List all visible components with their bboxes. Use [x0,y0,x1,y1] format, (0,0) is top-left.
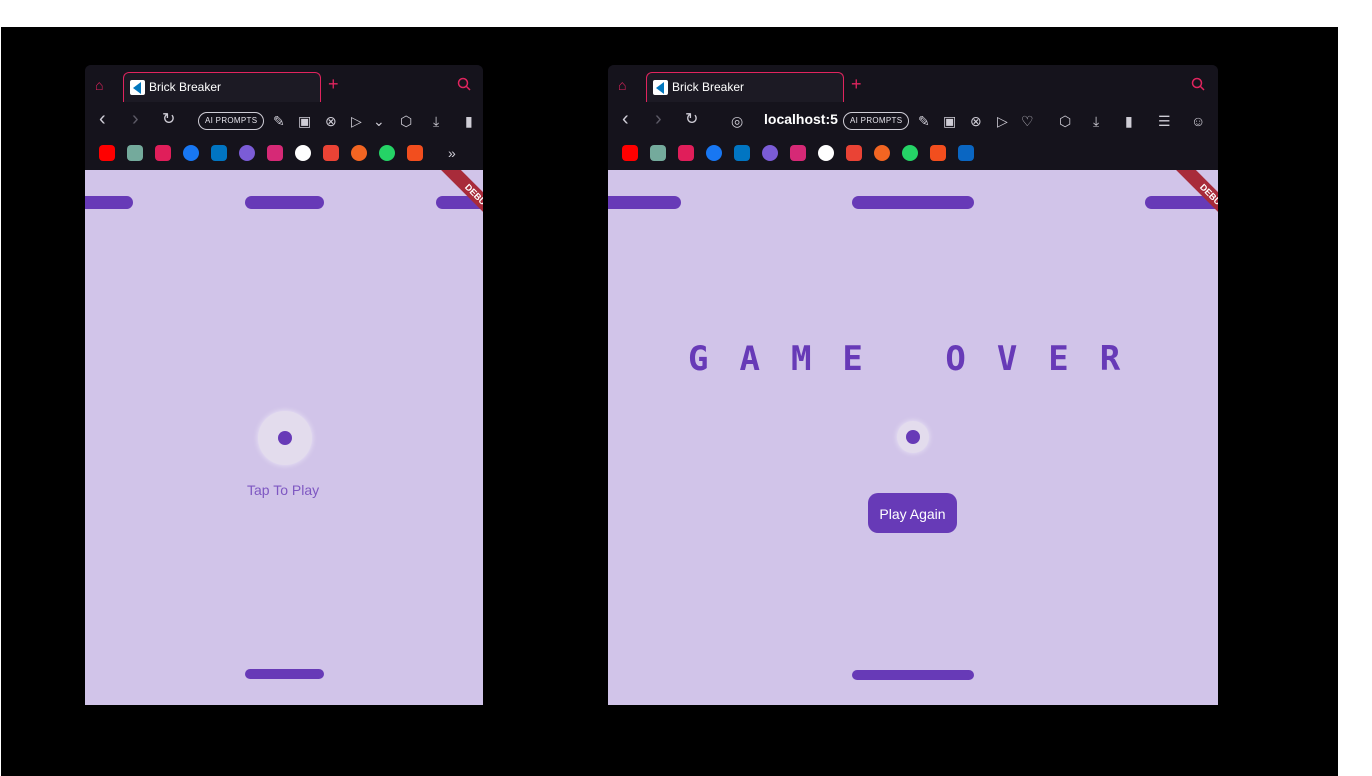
figma-icon[interactable] [930,145,946,161]
gitlab-icon[interactable] [762,145,778,161]
tab-bar: ⌂ Brick Breaker + [85,65,483,103]
battery-icon: ▮ [465,113,473,129]
facebook-icon[interactable] [706,145,722,161]
tab-brick-breaker[interactable]: Brick Breaker [646,72,844,103]
gamepad-icon[interactable]: ⌂ [618,77,626,93]
tab-title: Brick Breaker [672,80,745,94]
figma-icon[interactable] [407,145,423,161]
new-tab-button[interactable]: + [328,75,339,93]
close-circle-icon[interactable]: ⊗ [970,113,982,129]
github-icon[interactable] [818,145,834,161]
address-bar[interactable]: localhost:5 [764,111,838,127]
brick [852,196,974,209]
instagram-icon[interactable] [267,145,283,161]
new-tab-button[interactable]: + [851,75,862,93]
paddle[interactable] [852,670,974,680]
brick [245,196,324,209]
tab-bar: ⌂ Brick Breaker + [608,65,1218,103]
download-icon[interactable]: ⤓ [433,113,439,129]
github-icon[interactable] [295,145,311,161]
todoist-icon[interactable] [351,145,367,161]
play-again-button[interactable]: Play Again [868,493,957,533]
game-over-title: GAME OVER [688,339,1152,379]
linkedin-icon[interactable] [958,145,974,161]
browser-window-left: ⌂ Brick Breaker + ‹ › ↻ AI PROMPTS ✎ ▣ ⊗… [85,65,483,705]
gmail-icon[interactable] [846,145,862,161]
dart-icon[interactable] [211,145,227,161]
cube-icon[interactable]: ⬡ [400,113,412,129]
send-icon[interactable]: ▷ [351,113,362,129]
gamepad-icon[interactable]: ⌂ [95,77,103,93]
profile-icon[interactable]: ☺ [1191,113,1205,129]
facebook-icon[interactable] [183,145,199,161]
ai-prompts-button[interactable]: AI PROMPTS [198,112,265,130]
chatgpt-icon[interactable] [127,145,143,161]
whatsapp-icon[interactable] [379,145,395,161]
whatsapp-icon[interactable] [902,145,918,161]
download-icon[interactable]: ⤓ [1093,113,1099,129]
bookmarks-bar [608,136,1218,170]
toolbar: ‹ › ↻ ◎ localhost:5 AI PROMPTS ✎ ▣ ⊗ ▷ ♡… [608,102,1218,136]
forward-button[interactable]: › [132,109,139,129]
tab-title: Brick Breaker [149,80,222,94]
paddle[interactable] [245,669,324,679]
tap-to-play-hint[interactable]: Tap To Play [247,482,319,498]
gmail-icon[interactable] [323,145,339,161]
slack-icon[interactable] [678,145,694,161]
flutter-icon [130,80,145,95]
forward-button[interactable]: › [655,109,662,129]
game-canvas[interactable]: DEBUG GAME OVER Play Again [608,170,1218,705]
reload-button[interactable]: ↻ [162,112,175,128]
camera-icon[interactable]: ▣ [943,113,956,129]
battery-icon: ▮ [1125,113,1133,129]
browser-window-right: ⌂ Brick Breaker + ‹ › ↻ ◎ localhost:5 AI… [608,65,1218,705]
back-button[interactable]: ‹ [622,109,629,129]
back-button[interactable]: ‹ [99,109,106,129]
search-icon[interactable] [457,77,471,94]
edit-icon[interactable]: ✎ [918,113,930,129]
chevron-expand-icon[interactable]: ⌄ [373,113,385,129]
globe-icon: ◎ [731,113,744,129]
chatgpt-icon[interactable] [650,145,666,161]
heart-icon[interactable]: ♡ [1021,113,1034,129]
slack-icon[interactable] [155,145,171,161]
youtube-icon[interactable] [99,145,115,161]
bookmarks-bar: » [85,136,483,170]
ball [278,431,292,445]
edit-icon[interactable]: ✎ [273,113,285,129]
instagram-icon[interactable] [790,145,806,161]
game-canvas[interactable]: DEBUG Tap To Play [85,170,483,705]
cube-icon[interactable]: ⬡ [1059,113,1071,129]
camera-icon[interactable]: ▣ [298,113,311,129]
overflow-chevron-icon[interactable]: » [448,145,456,161]
reload-button[interactable]: ↻ [685,112,698,128]
search-icon[interactable] [1191,77,1205,94]
todoist-icon[interactable] [874,145,890,161]
send-icon[interactable]: ▷ [997,113,1008,129]
flutter-icon [653,80,668,95]
toolbar: ‹ › ↻ AI PROMPTS ✎ ▣ ⊗ ▷ ⌄ ⬡ ⤓ ▮ [85,102,483,136]
sliders-icon[interactable]: ☰ [1158,113,1171,129]
brick [85,196,133,209]
close-circle-icon[interactable]: ⊗ [325,113,337,129]
brick [608,196,681,209]
ball [906,430,920,444]
tab-brick-breaker[interactable]: Brick Breaker [123,72,321,103]
youtube-icon[interactable] [622,145,638,161]
gitlab-icon[interactable] [239,145,255,161]
ai-prompts-button[interactable]: AI PROMPTS [843,112,910,130]
dart-icon[interactable] [734,145,750,161]
